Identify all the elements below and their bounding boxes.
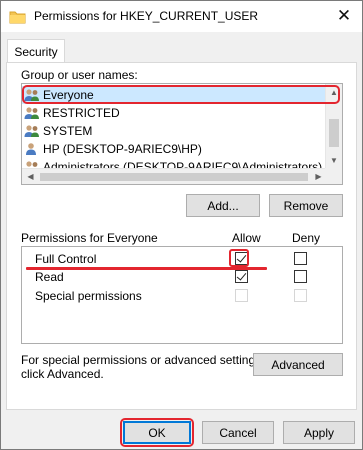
users-group-icon	[24, 107, 39, 119]
deny-column-header: Deny	[292, 231, 321, 245]
scrollbar-thumb[interactable]	[40, 173, 308, 181]
allow-column-header: Allow	[232, 231, 261, 245]
annotation-highlight-ok	[120, 418, 194, 447]
permission-read-label: Read	[35, 270, 64, 284]
window-title: Permissions for HKEY_CURRENT_USER	[34, 9, 259, 23]
remove-button[interactable]: Remove	[269, 194, 343, 217]
annotation-underline-full-control	[26, 267, 267, 270]
advanced-button[interactable]: Advanced	[253, 353, 343, 376]
list-item-label: HP (DESKTOP-9ARIEC9\HP)	[43, 142, 202, 156]
horizontal-scrollbar[interactable]: ◀ ▶	[22, 168, 327, 184]
list-item-label: RESTRICTED	[43, 106, 120, 120]
full-control-deny-checkbox[interactable]	[294, 252, 307, 265]
title-bar: Permissions for HKEY_CURRENT_USER ✕	[1, 1, 362, 32]
advanced-help-text-2: click Advanced.	[21, 367, 104, 381]
user-icon	[26, 143, 36, 155]
scroll-corner	[325, 168, 342, 184]
permissions-dialog: Permissions for HKEY_CURRENT_USER ✕ Secu…	[0, 0, 363, 450]
read-deny-checkbox[interactable]	[294, 270, 307, 283]
add-button[interactable]: Add...	[186, 194, 260, 217]
cancel-button[interactable]: Cancel	[202, 421, 274, 444]
list-item-label: SYSTEM	[43, 124, 93, 138]
group-names-label: Group or user names:	[21, 68, 138, 82]
permission-special-label: Special permissions	[35, 289, 142, 303]
permissions-title: Permissions for Everyone	[21, 231, 158, 245]
advanced-help-text-1: For special permissions or advanced sett…	[21, 353, 265, 367]
read-allow-checkbox[interactable]	[235, 270, 248, 283]
scroll-left-arrow-icon[interactable]: ◀	[22, 169, 39, 184]
close-button[interactable]: ✕	[330, 5, 358, 27]
special-allow-checkbox	[235, 289, 248, 302]
list-item-system[interactable]: SYSTEM	[22, 122, 327, 140]
list-item-hp[interactable]: HP (DESKTOP-9ARIEC9\HP)	[22, 140, 327, 158]
folder-icon	[9, 11, 26, 24]
permission-full-control-label: Full Control	[35, 252, 97, 266]
list-item-restricted[interactable]: RESTRICTED	[22, 104, 327, 122]
scrollbar-thumb[interactable]	[329, 119, 339, 147]
annotation-highlight-full-control-allow	[229, 249, 249, 267]
permissions-list: Full Control Read Special permissions	[21, 246, 343, 344]
apply-button[interactable]: Apply	[283, 421, 355, 444]
users-group-icon	[24, 125, 39, 137]
special-deny-checkbox	[294, 289, 307, 302]
annotation-highlight-everyone	[22, 85, 340, 104]
tab-security[interactable]: Security	[7, 39, 65, 63]
scroll-down-arrow-icon[interactable]: ▼	[326, 152, 342, 169]
